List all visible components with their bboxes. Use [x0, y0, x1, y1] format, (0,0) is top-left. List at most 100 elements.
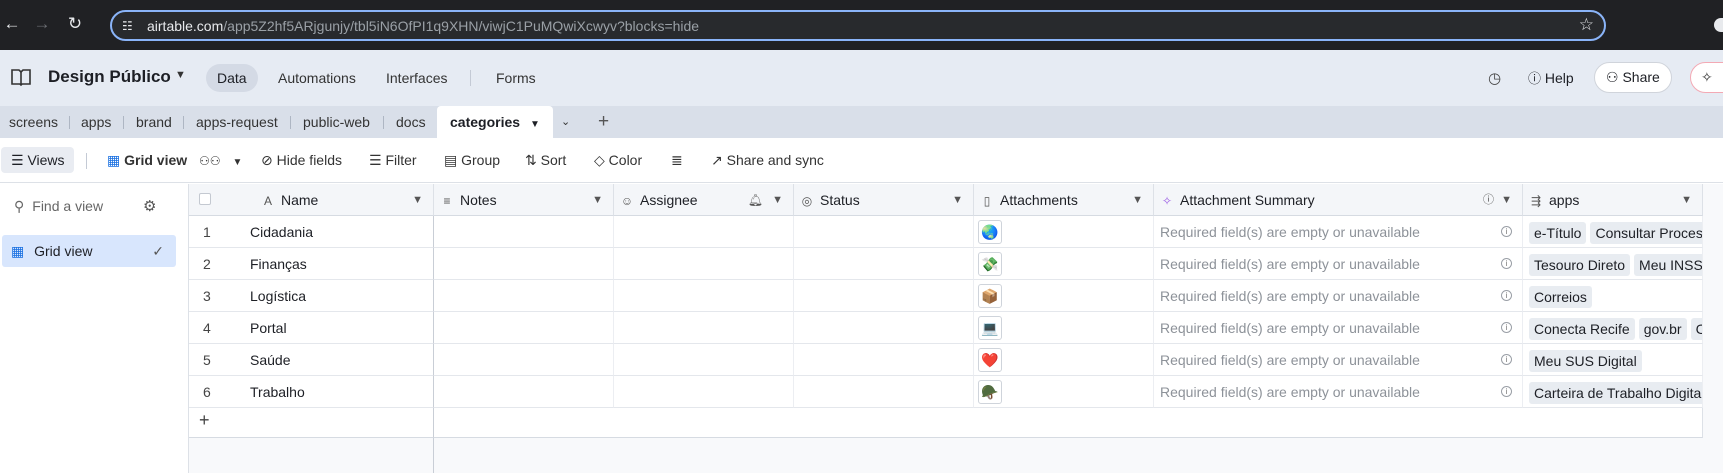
chevron-down-icon[interactable]: ▼ [412, 184, 423, 215]
cell-attachments[interactable]: 🪖 [974, 376, 1154, 408]
cell-name[interactable]: Logística [247, 280, 434, 312]
back-icon[interactable]: ← [2, 13, 22, 35]
cell-attachment-summary[interactable]: Required field(s) are empty or unavailab… [1154, 312, 1523, 344]
cell-name[interactable]: Cidadania [247, 216, 434, 248]
attachment-thumbnail[interactable]: ❤️ [978, 348, 1002, 372]
add-row-area[interactable] [434, 408, 1703, 438]
cell-notes[interactable] [434, 280, 614, 312]
attachment-thumbnail[interactable]: 🪖 [978, 380, 1002, 404]
cell-name[interactable]: Saúde [247, 344, 434, 376]
cell-assignee[interactable] [614, 344, 794, 376]
linked-record-chip[interactable]: Tesouro Direto [1529, 254, 1631, 277]
attachment-thumbnail[interactable]: 💻 [978, 316, 1002, 340]
cell-assignee[interactable] [614, 312, 794, 344]
chevron-down-icon[interactable]: ▼ [952, 184, 963, 215]
select-all-checkbox[interactable] [199, 193, 211, 205]
add-row-button[interactable]: + [189, 408, 434, 438]
linked-record-chip[interactable]: Meu INSS [1634, 254, 1702, 277]
cell-notes[interactable] [434, 376, 614, 408]
bell-icon[interactable]: 🔔︎ [748, 184, 763, 215]
tab-apps[interactable]: apps [81, 106, 111, 138]
cell-assignee[interactable] [614, 216, 794, 248]
cell-notes[interactable] [434, 344, 614, 376]
cell-status[interactable] [794, 344, 974, 376]
nav-forms[interactable]: Forms [485, 64, 547, 92]
cell-attachment-summary[interactable]: Required field(s) are empty or unavailab… [1154, 344, 1523, 376]
linked-record-chip[interactable]: Conecta Recife [1529, 318, 1635, 341]
info-icon[interactable]: i [1501, 354, 1512, 365]
cell-apps[interactable]: Carteira de Trabalho Digital [1523, 376, 1703, 408]
cell-attachment-summary[interactable]: Required field(s) are empty or unavailab… [1154, 376, 1523, 408]
attachment-thumbnail[interactable]: 📦 [978, 284, 1002, 308]
sidebar-item-grid-view[interactable]: ▦ Grid view ✓ [2, 235, 176, 267]
cell-status[interactable] [794, 248, 974, 280]
cell-attachments[interactable]: 📦 [974, 280, 1154, 312]
cell-attachment-summary[interactable]: Required field(s) are empty or unavailab… [1154, 216, 1523, 248]
color-button[interactable]: ◇ Color [594, 147, 642, 173]
cell-apps[interactable]: e-TítuloConsultar Processo [1523, 216, 1703, 248]
nav-data[interactable]: Data [206, 64, 258, 92]
cell-apps[interactable]: Correios [1523, 280, 1703, 312]
info-icon[interactable]: i [1501, 386, 1512, 397]
row-number[interactable]: 2 [189, 248, 247, 280]
chevron-down-icon[interactable]: ▼ [1681, 184, 1692, 215]
hide-fields-button[interactable]: ⊘ Hide fields [261, 147, 342, 173]
share-button[interactable]: ⚇ Share [1594, 62, 1672, 93]
cell-attachments[interactable]: 💻 [974, 312, 1154, 344]
linked-record-chip[interactable]: gov.br [1638, 318, 1687, 341]
cell-name[interactable]: Portal [247, 312, 434, 344]
views-button[interactable]: ☰ Views [1, 147, 74, 173]
url-text[interactable]: airtable.com/app5Z2hf5ARjgunjy/tbl5iN6Of… [147, 18, 699, 34]
cell-apps[interactable]: Meu SUS Digital [1523, 344, 1703, 376]
linked-record-chip[interactable]: Carteira de Trabalho Digital [1529, 382, 1702, 405]
share-sync-button[interactable]: ↗ Share and sync [711, 147, 824, 173]
tab-docs[interactable]: docs [396, 106, 426, 138]
cell-notes[interactable] [434, 216, 614, 248]
bookmark-star-icon[interactable]: ☆ [1579, 15, 1594, 35]
info-icon[interactable]: i [1501, 226, 1512, 237]
header-notes[interactable]: ≡ Notes ▼ [434, 184, 614, 216]
cell-assignee[interactable] [614, 280, 794, 312]
cell-assignee[interactable] [614, 376, 794, 408]
extension-icon[interactable] [1714, 18, 1723, 32]
cell-attachment-summary[interactable]: Required field(s) are empty or unavailab… [1154, 280, 1523, 312]
nav-automations[interactable]: Automations [267, 64, 367, 92]
cell-name[interactable]: Trabalho [247, 376, 434, 408]
header-attachments[interactable]: ▯ Attachments ▼ [974, 184, 1154, 216]
site-settings-icon[interactable]: ☷ [122, 18, 138, 34]
address-bar[interactable]: ☷ airtable.com/app5Z2hf5ARjgunjy/tbl5iN6… [110, 10, 1606, 41]
sort-button[interactable]: ⇅ Sort [525, 147, 566, 173]
chevron-down-icon[interactable]: ▼ [772, 184, 783, 215]
cell-status[interactable] [794, 280, 974, 312]
cell-status[interactable] [794, 312, 974, 344]
cell-assignee[interactable] [614, 248, 794, 280]
chevron-down-icon[interactable]: ▼ [1501, 184, 1512, 215]
more-tables-chevron-icon[interactable]: ⌄ [561, 106, 570, 138]
cell-notes[interactable] [434, 312, 614, 344]
add-table-icon[interactable]: + [598, 106, 609, 138]
cell-attachments[interactable]: 🌏 [974, 216, 1154, 248]
cell-status[interactable] [794, 376, 974, 408]
row-number[interactable]: 1 [189, 216, 247, 248]
history-icon[interactable]: ◷ [1488, 69, 1506, 87]
row-number[interactable]: 5 [189, 344, 247, 376]
cell-attachments[interactable]: 💸 [974, 248, 1154, 280]
cell-apps[interactable]: Conecta Recifegov.brCa [1523, 312, 1703, 344]
header-name[interactable]: A Name ▼ [189, 184, 434, 216]
chevron-down-icon[interactable]: ▼ [1132, 184, 1143, 215]
tab-categories[interactable]: categories ▼ [437, 106, 553, 138]
cell-status[interactable] [794, 216, 974, 248]
linked-record-chip[interactable]: Meu SUS Digital [1529, 350, 1642, 373]
view-name-button[interactable]: ▦ Grid view ⚇⚇ ▼ [107, 147, 242, 173]
info-icon[interactable]: i [1501, 290, 1512, 301]
info-icon[interactable]: ⓘ [1483, 184, 1494, 215]
chevron-down-icon[interactable]: ▼ [175, 69, 186, 81]
row-number[interactable]: 4 [189, 312, 247, 344]
cell-attachment-summary[interactable]: Required field(s) are empty or unavailab… [1154, 248, 1523, 280]
group-button[interactable]: ▤ Group [444, 147, 500, 173]
reload-icon[interactable]: ↻ [65, 13, 85, 35]
header-assignee[interactable]: ☺ Assignee 🔔︎ ▼ [614, 184, 794, 216]
row-number[interactable]: 3 [189, 280, 247, 312]
book-icon[interactable] [10, 66, 32, 88]
omni-ai-button[interactable]: ✧ [1690, 62, 1723, 93]
